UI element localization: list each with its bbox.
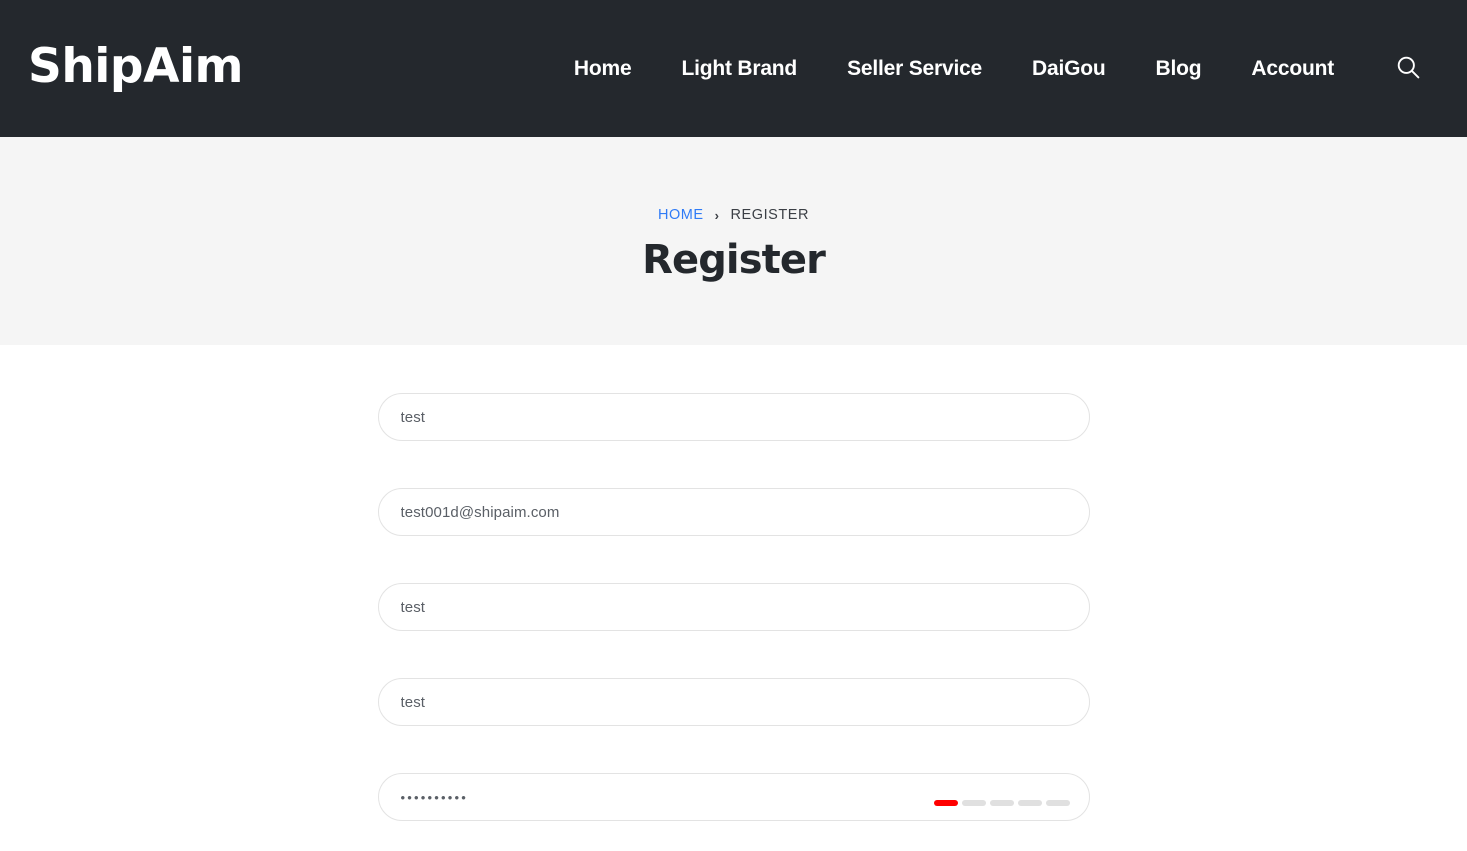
- last-name-row: [377, 583, 1090, 631]
- strength-segment-1: [934, 800, 958, 806]
- breadcrumb: HOME › REGISTER: [658, 208, 809, 223]
- last-name-field[interactable]: [377, 583, 1090, 631]
- first-name-field[interactable]: [377, 393, 1090, 441]
- password-row: [377, 773, 1090, 821]
- strength-segment-5: [1046, 800, 1070, 806]
- search-button[interactable]: [1393, 54, 1423, 84]
- breadcrumb-home-link[interactable]: HOME: [658, 208, 704, 223]
- username-row: [377, 678, 1090, 726]
- search-icon: [1395, 54, 1422, 84]
- password-strength-meter: [934, 800, 1070, 806]
- strength-segment-2: [962, 800, 986, 806]
- nav-item-blog[interactable]: Blog: [1131, 47, 1227, 91]
- nav-item-daigou[interactable]: DaiGou: [1007, 47, 1130, 91]
- main-navigation: Home Light Brand Seller Service DaiGou B…: [549, 47, 1437, 91]
- password-field[interactable]: [377, 773, 1090, 821]
- strength-segment-4: [1018, 800, 1042, 806]
- site-header: ShipAim Home Light Brand Seller Service …: [0, 0, 1467, 137]
- first-name-row: [377, 393, 1090, 441]
- nav-item-seller-service[interactable]: Seller Service: [822, 47, 1007, 91]
- site-logo[interactable]: ShipAim: [28, 43, 244, 94]
- nav-item-home[interactable]: Home: [549, 47, 657, 91]
- email-row: [377, 488, 1090, 536]
- chevron-right-icon: ›: [714, 207, 720, 223]
- username-field[interactable]: [377, 678, 1090, 726]
- nav-item-light-brand[interactable]: Light Brand: [656, 47, 822, 91]
- page-title: Register: [642, 236, 826, 283]
- strength-segment-3: [990, 800, 1014, 806]
- page-hero: HOME › REGISTER Register: [0, 137, 1467, 345]
- register-form-section: [0, 345, 1467, 851]
- breadcrumb-current: REGISTER: [730, 207, 810, 223]
- nav-item-account[interactable]: Account: [1226, 47, 1359, 91]
- email-field[interactable]: [377, 488, 1090, 536]
- register-form: [377, 393, 1090, 821]
